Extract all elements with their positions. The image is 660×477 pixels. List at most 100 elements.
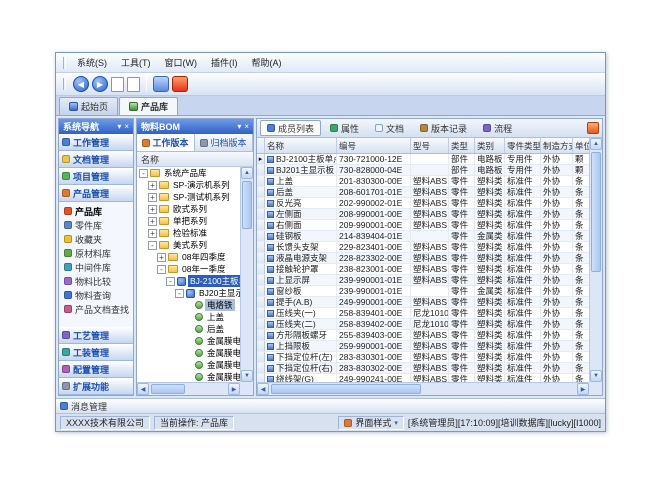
table-row[interactable]: 提手(A.B)249-990001-00E塑料ABS零件塑料类标准件外协条 [257,297,589,308]
nav-group[interactable]: 工作管理 [59,134,133,151]
tree-node[interactable]: +检验标准 [137,227,240,239]
bom-version-tab[interactable]: 工作版本 [137,134,195,151]
tree-expander-icon[interactable]: - [139,169,148,178]
nav-group[interactable]: 扩展功能 [59,378,133,395]
row-selector[interactable] [257,231,265,241]
tree-node[interactable]: 金属膜电阻器 [137,347,240,359]
row-selector[interactable] [257,297,265,307]
tree-vscroll-thumb[interactable] [242,181,252,229]
tree-node[interactable]: +欧式系列 [137,203,240,215]
tree-node[interactable]: 金属膜电阻器 [137,371,240,382]
menu-item[interactable]: 工具(T) [114,54,158,71]
tree-expander-icon[interactable]: + [148,229,157,238]
view-grid-icon[interactable] [153,76,169,92]
tree-expander-icon[interactable]: + [148,205,157,214]
tree-expander-icon[interactable]: + [148,181,157,190]
scroll-up-icon[interactable]: ▲ [590,138,602,150]
row-selector[interactable] [257,363,265,373]
tree-node[interactable]: 上盖 [137,311,240,323]
table-row[interactable]: 下挡定位杆(左)283-830301-00E塑料ABS零件塑料类标准件外协条 [257,352,589,363]
table-row[interactable]: 上盖201-830300-00E塑料ABS零件塑料类标准件外协条 [257,176,589,187]
row-selector[interactable] [257,165,265,175]
tree-node[interactable]: +SP-演示机系列 [137,179,240,191]
table-row[interactable]: 窗纱板239-990001-01E零件金属类标准件外协条 [257,286,589,297]
table-row[interactable]: 硅钢板214-839404-01E零件金属类标准件外协条 [257,231,589,242]
tree-node[interactable]: 后盖 [137,323,240,335]
nav-forward-icon[interactable]: ▶ [92,76,108,92]
message-bar[interactable]: 消息管理 [56,398,605,413]
tree-node[interactable]: 金属膜电阻器 [137,359,240,371]
row-selector[interactable] [257,319,265,329]
tree-expander-icon[interactable]: + [157,253,166,262]
table-row[interactable]: 上挡限板259-990001-00E塑料ABS零件塑料类标准件外协条 [257,341,589,352]
tree-node[interactable]: +SP-测试机系列 [137,191,240,203]
table-row[interactable]: 压线夹(二)258-839402-00E尼龙1010零件塑料类标准件外协条 [257,319,589,330]
nav-item[interactable]: 物料比较 [59,274,133,288]
table-row[interactable]: 后盖208-601701-01E塑料ABS零件塑料类标准件外协条 [257,187,589,198]
detail-tab[interactable]: 文档 [368,120,411,136]
table-row[interactable]: 右侧面209-990001-00E塑料ABS零件塑料类标准件外协条 [257,220,589,231]
row-selector[interactable] [257,308,265,318]
nav-item[interactable]: 零件库 [59,218,133,232]
column-header[interactable]: 类别 [475,138,505,153]
doc-tab[interactable]: 起始页 [59,97,118,115]
scroll-right-icon[interactable]: ▶ [228,383,240,395]
scroll-down-icon[interactable]: ▼ [590,370,602,382]
nav-item[interactable]: 中间件库 [59,260,133,274]
close-icon[interactable]: × [244,122,249,131]
panel-options-icon[interactable] [587,122,599,134]
nav-back-icon[interactable]: ◀ [73,76,89,92]
tree-column-header[interactable]: 名称 [137,152,253,167]
row-selector[interactable] [257,209,265,219]
column-header[interactable]: 类型 [449,138,475,153]
tree-node[interactable]: -美式系列 [137,239,240,251]
tree-expander-icon[interactable]: + [148,217,157,226]
detail-tab[interactable]: 版本记录 [413,120,474,136]
column-header[interactable]: 单位 [573,138,589,153]
row-selector[interactable] [257,198,265,208]
row-selector[interactable] [257,220,265,230]
doc-tab[interactable]: 产品库 [119,97,178,115]
row-selector[interactable] [257,264,265,274]
tree-node[interactable]: -系统产品库 [137,167,240,179]
tree-vscrollbar[interactable]: ▲ ▼ [240,167,253,382]
table-row[interactable]: 绕线架(G)249-990241-00E塑料ABS零件塑料类标准件外协条 [257,374,589,382]
row-selector[interactable] [257,286,265,296]
nav-group[interactable]: 项目管理 [59,168,133,185]
row-selector[interactable] [257,341,265,351]
column-header[interactable]: 名称 [265,138,337,153]
exit-icon[interactable] [172,76,188,92]
menu-item[interactable]: 帮助(A) [245,54,289,71]
table-row[interactable]: 上显示屏239-990001-01E塑料ABS零件塑料类标准件外协条 [257,275,589,286]
nav-item[interactable]: 物料查询 [59,288,133,302]
row-selector[interactable] [257,253,265,263]
menu-item[interactable]: 系统(S) [70,54,114,71]
tree-expander-icon[interactable]: - [166,277,175,286]
scroll-left-icon[interactable]: ◀ [257,383,269,395]
row-selector[interactable] [257,187,265,197]
table-row[interactable]: 反光亮202-990002-01E塑料ABS零件塑料类标准件外协条 [257,198,589,209]
nav-item[interactable]: 收藏夹 [59,232,133,246]
table-row[interactable]: 长馈头支架229-823401-00E塑料ABS零件塑料类标准件外协条 [257,242,589,253]
column-header[interactable]: 编号 [337,138,411,153]
grid-vscroll-thumb[interactable] [591,152,601,272]
grid-hscroll-thumb[interactable] [271,384,421,394]
bom-version-tab[interactable]: 归档版本 [195,134,253,151]
row-selector[interactable] [257,330,265,340]
scroll-right-icon[interactable]: ▶ [577,383,589,395]
table-row[interactable]: 压线夹(一)258-839401-00E尼龙1010零件塑料类标准件外协条 [257,308,589,319]
column-header[interactable]: 型号 [411,138,449,153]
tree-node[interactable]: 金属膜电阻器 [137,335,240,347]
grid-hscrollbar[interactable]: ◀ ▶ [257,382,589,395]
chevron-down-icon[interactable]: ▾ [237,122,241,131]
tree-node[interactable]: +08年四季度 [137,251,240,263]
tree-node[interactable]: -BJ20主显示板 [137,287,240,299]
tree-node[interactable]: 电烙铁 [137,299,240,311]
table-row[interactable]: 左侧面208-990001-00E塑料ABS零件塑料类标准件外协条 [257,209,589,220]
nav-group[interactable]: 配置管理 [59,361,133,378]
nav-group[interactable]: 工装管理 [59,344,133,361]
scroll-left-icon[interactable]: ◀ [137,383,149,395]
detail-tab[interactable]: 流程 [476,120,519,136]
row-selector[interactable] [257,275,265,285]
tree-expander-icon[interactable]: - [157,265,166,274]
